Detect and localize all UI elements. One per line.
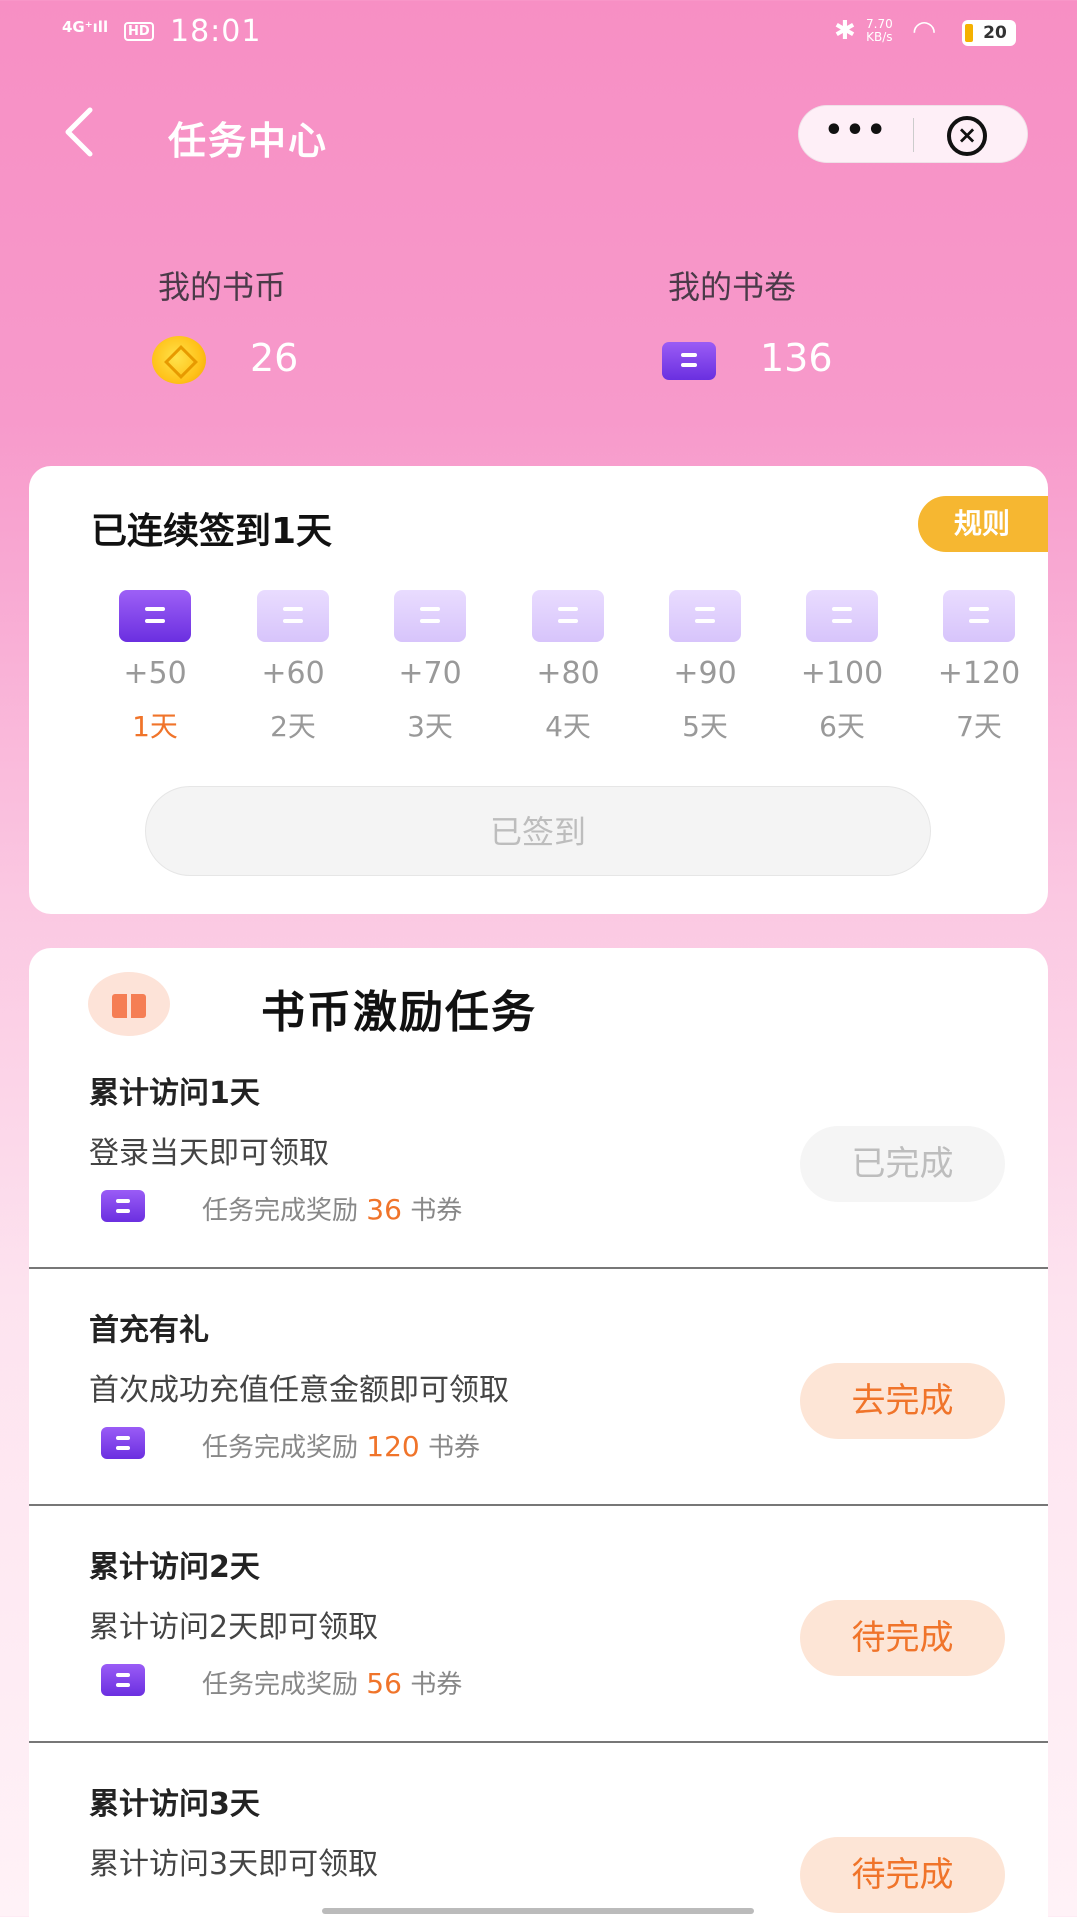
back-arrow-icon[interactable]	[60, 104, 110, 164]
ticket-icon	[119, 590, 191, 642]
reward-unit: 书券	[410, 1670, 463, 1700]
reward-unit: 书券	[410, 1196, 463, 1226]
network-speed: 7.70 KB/s	[866, 18, 893, 44]
signin-streak-title: 已连续签到1天	[91, 511, 333, 552]
navigation-bar: 任务中心 ••• ×	[0, 90, 1077, 180]
day-points: +90	[673, 656, 737, 691]
day-points: +120	[937, 656, 1021, 691]
signin-day: +50 1天	[95, 590, 215, 745]
ticket-icon	[394, 590, 466, 642]
network-speed-value: 7.70	[866, 17, 893, 31]
task-title: 首充有礼	[89, 1313, 209, 1348]
rules-button[interactable]: 规则	[918, 496, 1048, 552]
task-completed-button[interactable]: 已完成	[800, 1126, 1005, 1202]
capsule-divider	[913, 118, 914, 152]
task-pending-button[interactable]: 待完成	[800, 1837, 1005, 1913]
status-bar: 4G⁺ıll HD 18:01 ✱ 7.70 KB/s ◠ 20	[0, 0, 1077, 70]
day-label: 4天	[545, 710, 591, 743]
coins-value: 26	[250, 336, 299, 380]
close-icon[interactable]: ×	[947, 116, 987, 156]
signin-day: +80 4天	[508, 590, 628, 745]
signin-day: +100 6天	[782, 590, 902, 745]
tickets-label: 我的书卷	[668, 268, 797, 306]
tasks-section-title: 书币激励任务	[261, 987, 537, 1038]
network-speed-unit: KB/s	[866, 30, 893, 44]
gift-icon	[88, 972, 170, 1036]
ticket-icon	[806, 590, 878, 642]
day-points: +80	[536, 656, 600, 691]
signin-day: +60 2天	[233, 590, 353, 745]
home-indicator[interactable]	[322, 1908, 754, 1914]
day-label: 5天	[682, 710, 728, 743]
signin-days: +50 1天 +60 2天 +70 3天 +80 4天 +90 5天 +100 6天 +12…	[45, 590, 1045, 743]
task-item: 首充有礼 首次成功充值任意金额即可领取 任务完成奖励 120 书券 去完成	[29, 1269, 1048, 1506]
ticket-icon	[101, 1664, 145, 1696]
coins-label: 我的书币	[158, 268, 287, 306]
task-go-complete-button[interactable]: 去完成	[800, 1363, 1005, 1439]
task-description: 累计访问2天即可领取	[89, 1610, 379, 1645]
tickets-value: 136	[760, 336, 833, 380]
day-label: 7天	[956, 710, 1002, 743]
task-title: 累计访问3天	[89, 1787, 260, 1822]
day-label: 3天	[407, 710, 453, 743]
task-title: 累计访问1天	[89, 1076, 260, 1111]
day-points: +50	[123, 656, 187, 691]
mini-program-capsule: ••• ×	[798, 105, 1028, 163]
more-icon[interactable]: •••	[799, 106, 913, 164]
wifi-icon: ◠	[912, 14, 937, 47]
task-description: 累计访问3天即可领取	[89, 1847, 379, 1882]
ticket-icon	[943, 590, 1015, 642]
task-item: 累计访问2天 累计访问2天即可领取 任务完成奖励 56 书券 待完成	[29, 1506, 1048, 1743]
task-item: 累计访问1天 登录当天即可领取 任务完成奖励 36 书券 已完成	[29, 1032, 1048, 1269]
signal-icon: 4G⁺ıll	[62, 18, 109, 36]
reward-value: 120	[366, 1430, 420, 1463]
task-item: 累计访问3天 累计访问3天即可领取 待完成	[29, 1743, 1048, 1917]
task-description: 首次成功充值任意金额即可领取	[89, 1373, 509, 1408]
day-label: 2天	[270, 710, 316, 743]
task-description: 登录当天即可领取	[89, 1136, 329, 1171]
signin-day: +120 7天	[919, 590, 1039, 745]
ticket-icon	[257, 590, 329, 642]
tickets-summary: 我的书卷 136	[662, 262, 968, 386]
day-points: +60	[261, 656, 325, 691]
signin-card: 已连续签到1天 规则 +50 1天 +60 2天 +70 3天 +80 4天 +90 5天…	[29, 466, 1048, 914]
reward-value: 56	[366, 1667, 402, 1700]
back-arrow-glyph	[65, 107, 93, 157]
ticket-icon	[669, 590, 741, 642]
hd-icon: HD	[124, 22, 154, 41]
reward-unit: 书券	[428, 1433, 481, 1463]
day-label: 6天	[819, 710, 865, 743]
signin-day: +90 5天	[645, 590, 765, 745]
signed-in-button[interactable]: 已签到	[145, 786, 931, 876]
status-time: 18:01	[170, 14, 262, 49]
ticket-icon	[532, 590, 604, 642]
bluetooth-icon: ✱	[834, 16, 856, 46]
ticket-icon	[101, 1427, 145, 1459]
reward-prefix: 任务完成奖励	[202, 1433, 359, 1463]
page-title: 任务中心	[168, 119, 329, 163]
reward-value: 36	[366, 1193, 402, 1226]
ticket-icon	[101, 1190, 145, 1222]
task-title: 累计访问2天	[89, 1550, 260, 1585]
battery-level: 20	[983, 23, 1007, 43]
coins-summary: 我的书币 26	[152, 262, 458, 386]
day-label: 1天	[132, 710, 178, 743]
task-pending-button[interactable]: 待完成	[800, 1600, 1005, 1676]
signin-day: +70 3天	[370, 590, 490, 745]
coin-icon	[152, 336, 206, 384]
day-points: +70	[398, 656, 462, 691]
tasks-card: 书币激励任务 累计访问1天 登录当天即可领取 任务完成奖励 36 书券 已完成 …	[29, 948, 1048, 1917]
battery-icon: 20	[962, 20, 1016, 46]
ticket-icon	[662, 342, 716, 380]
reward-prefix: 任务完成奖励	[202, 1196, 359, 1226]
day-points: +100	[800, 656, 884, 691]
reward-prefix: 任务完成奖励	[202, 1670, 359, 1700]
